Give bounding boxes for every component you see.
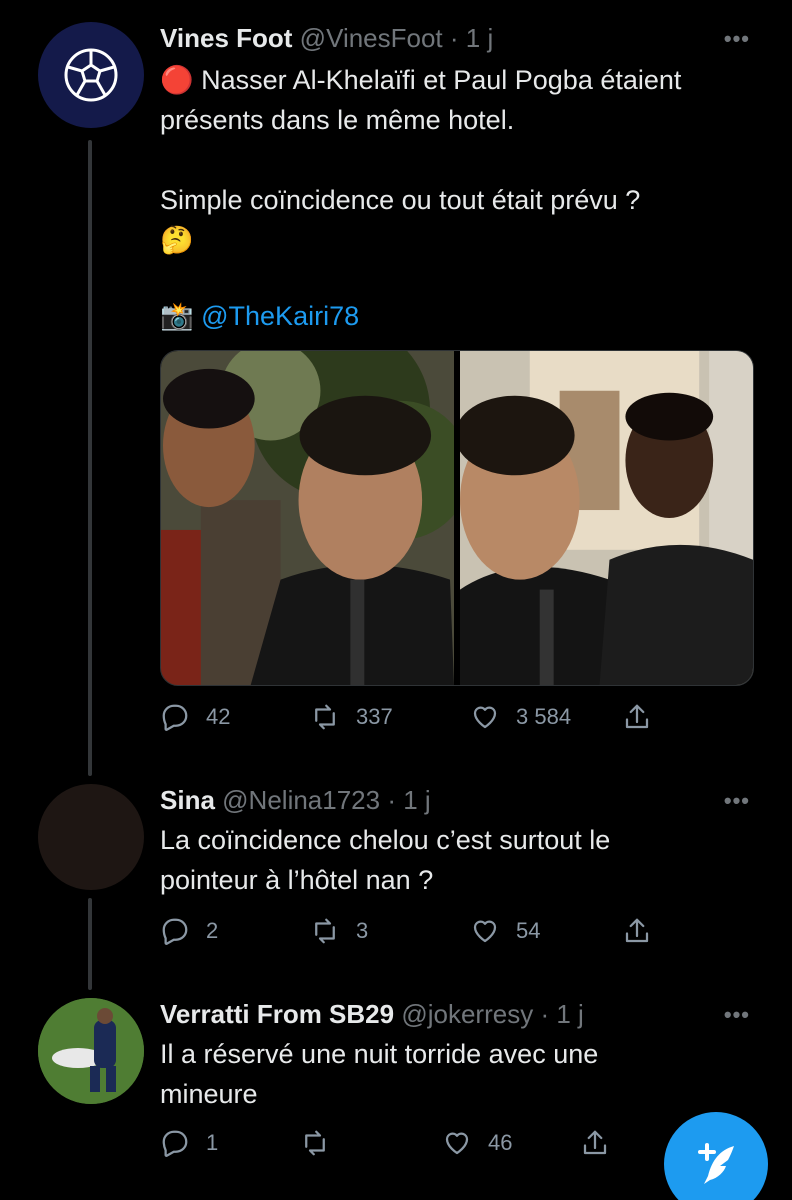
author-handle[interactable]: @Nelina1723 [222, 785, 380, 815]
reply-count: 1 [206, 1130, 219, 1155]
like-button[interactable]: 3 584 [470, 702, 571, 732]
tweet-header: Vines Foot @VinesFoot · 1 j [160, 22, 493, 54]
tweet-text-line: Simple coïncidence ou tout était prévu ? [160, 185, 641, 215]
tweet-text-line: pointeur à l’hôtel nan ? [160, 865, 434, 895]
retweet-icon [305, 1130, 325, 1156]
more-options-icon[interactable]: ••• [724, 26, 750, 52]
photo-right[interactable] [460, 351, 753, 685]
tweet-text-line: présents dans le même hotel. [160, 105, 515, 135]
tweet-text-line: 🔴 Nasser Al-Khelaïfi et Paul Pogba étaie… [160, 65, 682, 95]
tweet-time[interactable]: · 1 j [387, 785, 430, 815]
share-icon [583, 1130, 607, 1155]
avatar-vinesfoot[interactable] [38, 22, 144, 128]
author-name[interactable]: Vines Foot [160, 23, 292, 53]
avatar-sina[interactable] [38, 784, 144, 890]
soccer-ball-icon [64, 48, 118, 102]
reply-count: 2 [206, 918, 219, 943]
compose-tweet-icon [698, 1143, 734, 1184]
like-button[interactable]: 54 [470, 916, 540, 946]
tweet-actions: 1 46 [160, 1128, 660, 1162]
mention-link[interactable]: @TheKairi78 [201, 301, 359, 331]
tweet-text: La coïncidence chelou c’est surtout le p… [160, 820, 610, 900]
more-options-icon[interactable]: ••• [724, 1002, 750, 1028]
share-button[interactable] [622, 702, 668, 732]
tweet-header: Verratti From SB29 @jokerresy · 1 j [160, 998, 584, 1030]
author-name[interactable]: Verratti From SB29 [160, 999, 394, 1029]
tweet-sina[interactable]: Sina @Nelina1723 · 1 j ••• La coïncidenc… [0, 780, 792, 990]
more-options-icon[interactable]: ••• [724, 788, 750, 814]
tweet-text: 🔴 Nasser Al-Khelaïfi et Paul Pogba étaie… [160, 60, 681, 336]
share-button[interactable] [622, 916, 668, 946]
tweet-actions: 2 3 54 [160, 916, 660, 950]
tweet-text-line: Il a réservé une nuit torride avec une [160, 1039, 599, 1069]
heart-icon [473, 706, 497, 729]
tweet-header: Sina @Nelina1723 · 1 j [160, 784, 431, 816]
share-icon [625, 704, 649, 729]
heart-icon [445, 1132, 469, 1155]
thread-line [88, 140, 92, 776]
reply-button[interactable]: 2 [160, 916, 218, 946]
share-icon [625, 918, 649, 943]
heart-icon [473, 920, 497, 943]
author-handle[interactable]: @VinesFoot [300, 23, 443, 53]
retweet-button[interactable]: 3 [310, 916, 368, 946]
tweet-text-line: 🤔 [160, 225, 194, 255]
tweet-text-line [160, 260, 681, 296]
retweet-button[interactable] [300, 1128, 346, 1158]
tweet-text-line: 📸 @TheKairi78 [160, 296, 681, 336]
author-name[interactable]: Sina [160, 785, 215, 815]
reply-icon [162, 1130, 188, 1157]
reply-button[interactable]: 1 [160, 1128, 218, 1158]
tweet-text-line: mineure [160, 1079, 258, 1109]
reply-button[interactable]: 42 [160, 702, 230, 732]
retweet-icon [315, 918, 335, 944]
tweet-vinesfoot[interactable]: Vines Foot @VinesFoot · 1 j ••• 🔴 Nasser… [0, 0, 792, 780]
tweet-time[interactable]: · 1 j [540, 999, 583, 1029]
reply-icon [162, 918, 188, 945]
retweet-button[interactable]: 337 [310, 702, 393, 732]
camera-flash-emoji: 📸 [160, 301, 202, 331]
like-button[interactable]: 46 [442, 1128, 512, 1158]
media-grid[interactable] [160, 350, 754, 686]
like-count: 54 [516, 918, 541, 943]
retweet-count: 3 [356, 918, 369, 943]
tweet-text: Il a réservé une nuit torride avec une m… [160, 1034, 598, 1114]
thread-line [88, 898, 92, 990]
retweet-icon [315, 704, 335, 730]
like-count: 46 [488, 1130, 513, 1155]
tweet-actions: 42 337 3 584 [160, 702, 660, 736]
retweet-count: 337 [356, 704, 393, 729]
photo-left[interactable] [161, 351, 454, 685]
tweet-text-line: La coïncidence chelou c’est surtout le [160, 825, 611, 855]
reply-icon [162, 704, 188, 731]
share-button[interactable] [580, 1128, 626, 1158]
tweet-text-line [160, 140, 681, 180]
avatar-verratti[interactable] [38, 998, 144, 1104]
reply-count: 42 [206, 704, 231, 729]
author-handle[interactable]: @jokerresy [401, 999, 533, 1029]
tweet-time[interactable]: · 1 j [450, 23, 493, 53]
like-count: 3 584 [516, 704, 572, 729]
